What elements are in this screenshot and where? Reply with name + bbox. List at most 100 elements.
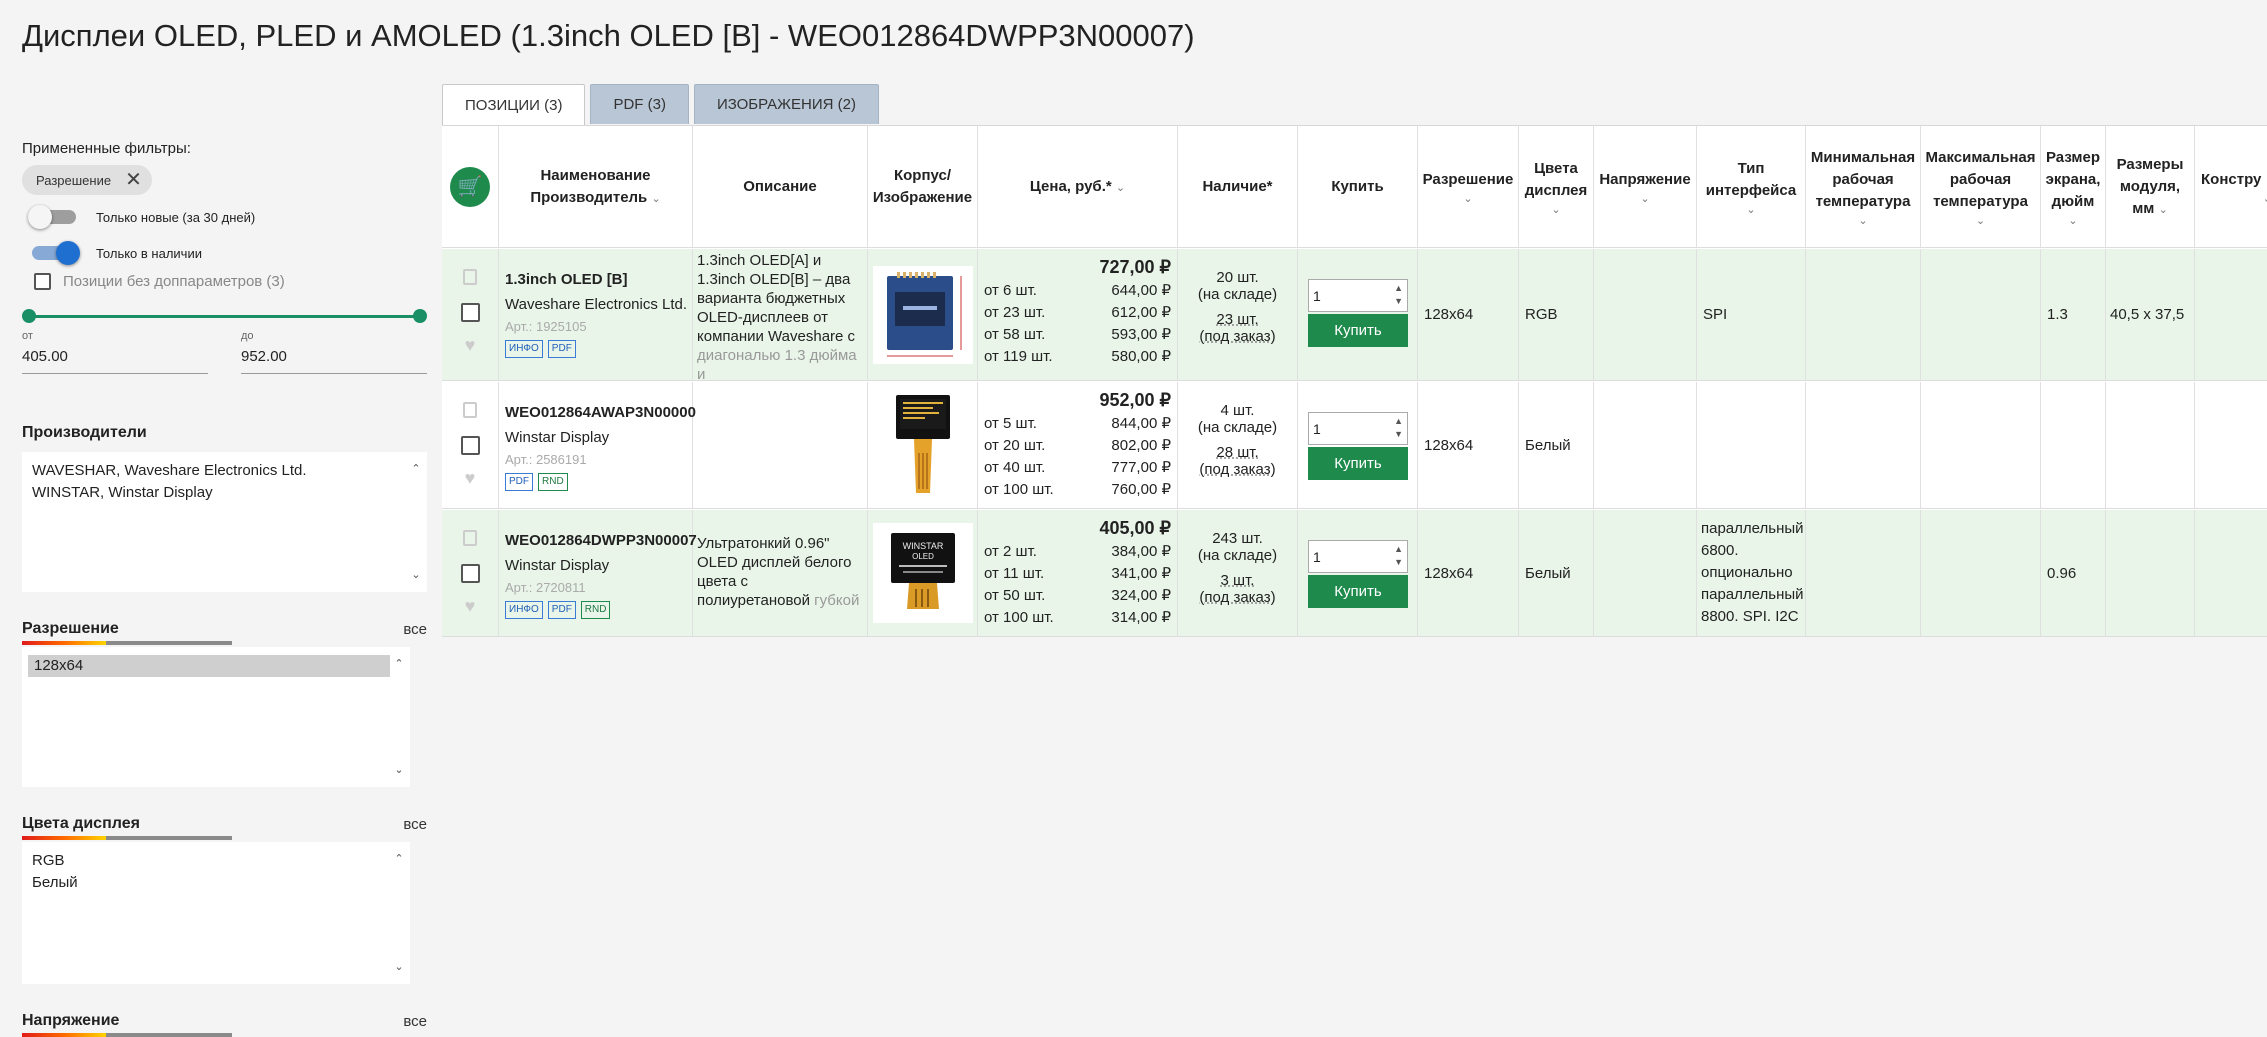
col-manufacturer-text: Производитель bbox=[530, 188, 648, 206]
header-construction[interactable]: Констру⌄ bbox=[2195, 126, 2267, 247]
applied-filter-chip[interactable]: Разрешение ✕ bbox=[22, 165, 152, 195]
resolution-all-link[interactable]: все bbox=[403, 621, 427, 638]
header-name[interactable]: Наименование Производитель ⌄ bbox=[499, 126, 693, 247]
stepper-arrows[interactable]: ▲ ▼ bbox=[1394, 543, 1403, 569]
header-max-temp[interactable]: Максимальная рабочая температура ⌄ bbox=[1921, 126, 2041, 247]
header-price[interactable]: Цена, руб.* ⌄ bbox=[978, 126, 1178, 247]
stock-order-qty[interactable]: 3 шт. bbox=[1178, 572, 1297, 589]
heart-icon[interactable]: ♥ bbox=[465, 336, 476, 354]
header-min-temp[interactable]: Минимальная рабочая температура ⌄ bbox=[1806, 126, 1921, 247]
quantity-value[interactable]: 1 bbox=[1313, 288, 1321, 304]
chevron-down-icon[interactable]: ⌄ bbox=[2068, 215, 2077, 227]
part-number-link[interactable]: WEO012864DWPP3N00007 bbox=[505, 532, 697, 549]
header-screen-size[interactable]: Размер экрана, дюйм ⌄ bbox=[2041, 126, 2106, 247]
header-voltage[interactable]: Напряжение ⌄ bbox=[1594, 126, 1697, 247]
stepper-arrows[interactable]: ▲ ▼ bbox=[1394, 282, 1403, 308]
list-item[interactable]: Белый bbox=[32, 872, 390, 894]
colors-list[interactable]: RGB Белый ⌃ ⌄ bbox=[22, 842, 410, 984]
product-image[interactable] bbox=[872, 265, 973, 364]
chevron-down-icon[interactable]: ⌄ bbox=[394, 956, 403, 978]
product-image[interactable] bbox=[888, 393, 958, 498]
stock-warehouse-qty: 4 шт. bbox=[1220, 402, 1255, 419]
chevron-down-icon[interactable]: ⌄ bbox=[1116, 182, 1125, 194]
part-number-link[interactable]: WEO012864AWAP3N00000 bbox=[505, 404, 696, 421]
buy-button[interactable]: Купить bbox=[1308, 575, 1408, 608]
price-from-value[interactable]: 405.00 bbox=[22, 348, 208, 365]
chevron-down-icon[interactable]: ⌄ bbox=[2159, 204, 2168, 216]
header-resolution[interactable]: Разрешение ⌄ bbox=[1418, 126, 1519, 247]
tab-positions[interactable]: ПОЗИЦИИ (3) bbox=[442, 84, 586, 125]
tab-images[interactable]: ИЗОБРАЖЕНИЯ (2) bbox=[693, 84, 879, 124]
row-checkbox[interactable] bbox=[460, 564, 480, 583]
chevron-down-icon[interactable]: ⌄ bbox=[651, 193, 660, 205]
tab-pdf[interactable]: PDF (3) bbox=[590, 84, 689, 124]
quantity-stepper[interactable]: 1 ▲ ▼ bbox=[1308, 279, 1408, 312]
stock-order-note[interactable]: (под заказ) bbox=[1178, 461, 1297, 478]
chevron-up-icon[interactable]: ⌃ bbox=[394, 653, 403, 675]
stock-order-qty[interactable]: 23 шт. bbox=[1178, 311, 1297, 328]
part-number-link[interactable]: 1.3inch OLED [B] bbox=[505, 271, 692, 288]
colors-all-link[interactable]: все bbox=[403, 816, 427, 833]
list-item[interactable]: RGB bbox=[32, 850, 390, 872]
chevron-down-icon[interactable]: ⌄ bbox=[1858, 215, 1867, 227]
list-item[interactable]: WAVESHAR, Waveshare Electronics Ltd. bbox=[32, 460, 407, 482]
quantity-stepper[interactable]: 1 ▲ ▼ bbox=[1308, 412, 1408, 445]
price-range-slider[interactable] bbox=[22, 306, 427, 326]
compare-icon[interactable] bbox=[463, 402, 477, 418]
list-item[interactable]: WINSTAR, Winstar Display bbox=[32, 482, 407, 504]
chevron-down-icon[interactable]: ⌄ bbox=[411, 564, 420, 586]
pdf-badge[interactable]: PDF bbox=[505, 473, 533, 491]
rnd-badge[interactable]: RND bbox=[538, 473, 568, 491]
compare-icon[interactable] bbox=[463, 530, 477, 546]
stock-order-qty[interactable]: 28 шт. bbox=[1178, 444, 1297, 461]
product-image[interactable]: WINSTAR OLED bbox=[872, 523, 973, 623]
header-colors[interactable]: Цвета дисплея ⌄ bbox=[1519, 126, 1594, 247]
slider-handle-min[interactable] bbox=[22, 309, 36, 323]
resolution-list[interactable]: 128x64 ⌃ ⌄ bbox=[22, 647, 410, 787]
price-to-field[interactable]: до 952.00 bbox=[241, 330, 427, 374]
info-badge[interactable]: ИНФО bbox=[505, 601, 543, 619]
toggle-stock-switch[interactable] bbox=[32, 241, 80, 265]
add-to-cart-icon[interactable]: 🛒 bbox=[450, 166, 490, 207]
quantity-value[interactable]: 1 bbox=[1313, 549, 1321, 565]
close-icon[interactable]: ✕ bbox=[125, 170, 142, 190]
chevron-down-icon[interactable]: ⌄ bbox=[1551, 204, 1560, 216]
stock-order-note[interactable]: (под заказ) bbox=[1178, 328, 1297, 345]
pdf-badge[interactable]: PDF bbox=[547, 340, 576, 358]
slider-handle-max[interactable] bbox=[413, 309, 427, 323]
chevron-down-icon[interactable]: ⌄ bbox=[2263, 193, 2267, 205]
row-checkbox[interactable] bbox=[460, 303, 480, 322]
rnd-badge[interactable]: RND bbox=[580, 601, 611, 619]
chevron-down-icon[interactable]: ⌄ bbox=[394, 759, 403, 781]
buy-button[interactable]: Купить bbox=[1308, 314, 1408, 347]
scrollbar[interactable]: ⌃ ⌄ bbox=[394, 848, 404, 978]
toggle-new-switch[interactable] bbox=[28, 205, 76, 229]
voltage-all-link[interactable]: все bbox=[403, 1013, 427, 1030]
chevron-down-icon[interactable]: ⌄ bbox=[1640, 193, 1649, 205]
heart-icon[interactable]: ♥ bbox=[465, 597, 476, 615]
stock-order-note[interactable]: (под заказ) bbox=[1178, 589, 1297, 606]
header-interface[interactable]: Тип интерфейса ⌄ bbox=[1697, 126, 1806, 247]
buy-button[interactable]: Купить bbox=[1308, 447, 1408, 480]
chevron-down-icon[interactable]: ⌄ bbox=[1463, 193, 1472, 205]
row-checkbox[interactable] bbox=[460, 436, 480, 455]
compare-icon[interactable] bbox=[463, 269, 477, 285]
chevron-down-icon[interactable]: ⌄ bbox=[1746, 204, 1755, 216]
quantity-value[interactable]: 1 bbox=[1313, 421, 1321, 437]
header-module-size[interactable]: Размеры модуля, мм ⌄ bbox=[2106, 126, 2195, 247]
manufacturers-list[interactable]: WAVESHAR, Waveshare Electronics Ltd. WIN… bbox=[22, 452, 427, 592]
heart-icon[interactable]: ♥ bbox=[465, 469, 476, 487]
info-badge[interactable]: ИНФО bbox=[505, 340, 543, 358]
quantity-stepper[interactable]: 1 ▲ ▼ bbox=[1308, 540, 1408, 573]
stepper-arrows[interactable]: ▲ ▼ bbox=[1394, 415, 1403, 441]
scrollbar[interactable]: ⌃ ⌄ bbox=[411, 458, 421, 586]
no-params-checkbox[interactable] bbox=[34, 273, 51, 290]
list-item[interactable]: 128x64 bbox=[28, 655, 390, 677]
scrollbar[interactable]: ⌃ ⌄ bbox=[394, 653, 404, 781]
chevron-up-icon[interactable]: ⌃ bbox=[411, 458, 420, 480]
pdf-badge[interactable]: PDF bbox=[547, 601, 576, 619]
chevron-up-icon[interactable]: ⌃ bbox=[394, 848, 403, 870]
price-from-field[interactable]: от 405.00 bbox=[22, 330, 208, 374]
chevron-down-icon[interactable]: ⌄ bbox=[1976, 215, 1985, 227]
price-to-value[interactable]: 952.00 bbox=[241, 348, 427, 365]
